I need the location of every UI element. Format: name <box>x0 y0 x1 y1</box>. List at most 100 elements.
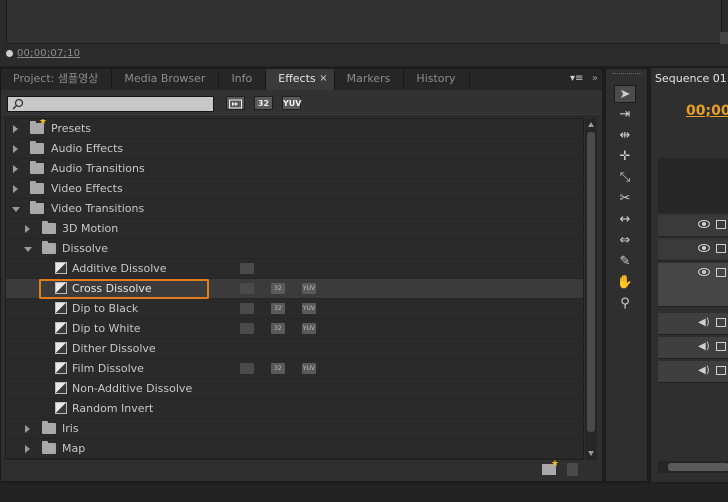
tree-row-non-additive-dissolve[interactable]: Non-Additive Dissolve <box>6 379 583 399</box>
accelerated-badge-icon <box>240 323 254 334</box>
tree-label: Additive Dissolve <box>72 262 167 275</box>
accelerated-effects-icon <box>229 99 242 109</box>
expand-arrow-icon[interactable] <box>13 145 18 153</box>
tree-label: Video Transitions <box>51 202 145 215</box>
sequence-timecode[interactable]: 00;00; <box>686 103 728 119</box>
scroll-down-icon[interactable] <box>588 451 594 456</box>
tab-label: Markers <box>346 72 391 85</box>
pen-tool-icon[interactable]: ✎ <box>614 253 636 271</box>
trash-icon[interactable] <box>567 463 578 476</box>
expand-arrow-icon[interactable] <box>25 425 30 433</box>
rolling-edit-tool-icon[interactable]: ✛ <box>614 148 636 166</box>
tree-scrollbar[interactable] <box>585 118 597 460</box>
collapse-arrow-icon[interactable] <box>24 247 32 252</box>
camera-icon[interactable] <box>716 268 726 277</box>
scroll-thumb[interactable] <box>668 463 728 471</box>
audio-track-row[interactable]: ◀) <box>658 313 728 335</box>
rate-stretch-tool-icon[interactable]: ⤡ <box>614 169 636 187</box>
tree-row-random-invert[interactable]: Random Invert <box>6 399 583 419</box>
eye-icon[interactable] <box>698 268 710 276</box>
tab-effects[interactable]: Effects × <box>266 69 335 90</box>
video-track-row[interactable] <box>658 215 728 237</box>
tab-media-browser[interactable]: Media Browser <box>112 69 220 90</box>
audio-track-row[interactable]: ◀) <box>658 337 728 359</box>
speaker-icon[interactable]: ◀) <box>698 365 710 376</box>
zoom-tool-icon[interactable]: ⚲ <box>614 295 636 313</box>
accelerated-badge-icon <box>240 363 254 374</box>
accelerated-effects-filter-button[interactable] <box>226 96 245 110</box>
program-monitor: 00;00;07;10 <box>0 0 728 66</box>
panel-menu-icon[interactable]: ▾≡ <box>570 73 584 85</box>
transition-icon <box>55 402 67 414</box>
yuv-filter-button[interactable]: YUV <box>282 96 301 110</box>
timeline-scrollbar[interactable] <box>658 461 728 473</box>
tab-markers[interactable]: Markers <box>335 69 405 90</box>
tab-project[interactable]: Project: 샘플영상 <box>1 69 113 90</box>
panel-grip[interactable] <box>612 73 642 76</box>
tree-label: Dither Dissolve <box>72 342 156 355</box>
track-select-tool-icon[interactable]: ⇥ <box>614 106 636 124</box>
32-bit-badge-icon: 32 <box>271 323 285 334</box>
video-track-row[interactable] <box>658 239 728 261</box>
tree-row-dither-dissolve[interactable]: Dither Dissolve <box>6 339 583 359</box>
speaker-icon[interactable]: ◀) <box>698 317 710 328</box>
tree-row-video-transitions[interactable]: Video Transitions <box>6 199 583 219</box>
search-input[interactable] <box>26 97 212 111</box>
scroll-up-icon[interactable] <box>588 122 594 127</box>
tab-info[interactable]: Info <box>219 69 267 90</box>
tree-row-additive-dissolve[interactable]: Additive Dissolve <box>6 259 583 279</box>
tree-row-presets[interactable]: ★ Presets <box>6 119 583 139</box>
monitor-timecode[interactable]: 00;00;07;10 <box>17 48 80 59</box>
tree-row-3d-motion[interactable]: 3D Motion <box>6 219 583 239</box>
speaker-icon[interactable]: ◀) <box>698 341 710 352</box>
expand-arrow-icon[interactable] <box>13 125 18 133</box>
tree-row-video-effects[interactable]: Video Effects <box>6 179 583 199</box>
audio-track-row[interactable]: ◀) <box>658 361 728 383</box>
tab-history[interactable]: History <box>404 69 470 90</box>
playhead-pin-icon[interactable] <box>6 50 13 57</box>
audio-clip-icon[interactable] <box>716 342 726 351</box>
status-bar <box>0 484 728 502</box>
tree-row-film-dissolve[interactable]: Film Dissolve 32 YUV <box>6 359 583 379</box>
eye-icon[interactable] <box>698 220 710 228</box>
slip-tool-icon[interactable]: ↔ <box>614 211 636 229</box>
yuv-badge-icon: YUV <box>302 323 316 334</box>
tab-sequence[interactable]: Sequence 01 <box>655 70 727 88</box>
selection-tool-icon[interactable]: ➤ <box>614 85 636 103</box>
expand-arrow-icon[interactable] <box>13 185 18 193</box>
video-track-row[interactable] <box>658 263 728 307</box>
slide-tool-icon[interactable]: ⇔ <box>614 232 636 250</box>
new-bin-icon[interactable]: ★ <box>542 459 559 475</box>
effects-toolbar: 32 YUV <box>1 90 602 117</box>
scroll-thumb[interactable] <box>587 132 595 432</box>
tree-label: Non-Additive Dissolve <box>72 382 193 395</box>
expand-arrow-icon[interactable] <box>25 445 30 453</box>
tree-row-dissolve[interactable]: Dissolve <box>6 239 583 259</box>
search-field[interactable] <box>7 96 214 112</box>
tree-row-dip-to-white[interactable]: Dip to White 32 YUV <box>6 319 583 339</box>
expand-arrow-icon[interactable] <box>13 165 18 173</box>
panel-overflow-icon[interactable]: » <box>592 73 598 85</box>
tree-row-map[interactable]: Map <box>6 439 583 459</box>
tree-row-audio-effects[interactable]: Audio Effects <box>6 139 583 159</box>
audio-clip-icon[interactable] <box>716 318 726 327</box>
hand-tool-icon[interactable]: ✋ <box>614 274 636 292</box>
close-icon[interactable]: × <box>319 69 327 89</box>
audio-clip-icon[interactable] <box>716 366 726 375</box>
camera-icon[interactable] <box>716 244 726 253</box>
tree-label: 3D Motion <box>62 222 119 235</box>
collapse-arrow-icon[interactable] <box>12 207 20 212</box>
razor-tool-icon[interactable]: ✂ <box>614 190 636 208</box>
timeline-ruler[interactable] <box>658 158 728 213</box>
tree-row-dip-to-black[interactable]: Dip to Black 32 YUV <box>6 299 583 319</box>
tree-row-iris[interactable]: Iris <box>6 419 583 439</box>
ripple-edit-tool-icon[interactable]: ⇹ <box>614 127 636 145</box>
eye-icon[interactable] <box>698 244 710 252</box>
tree-row-cross-dissolve[interactable]: Cross Dissolve 32 YUV <box>6 279 583 299</box>
transition-icon <box>55 282 67 294</box>
tab-label: Media Browser <box>124 72 206 85</box>
camera-icon[interactable] <box>716 220 726 229</box>
expand-arrow-icon[interactable] <box>25 225 30 233</box>
tree-row-audio-transitions[interactable]: Audio Transitions <box>6 159 583 179</box>
32-bit-filter-button[interactable]: 32 <box>254 96 273 110</box>
